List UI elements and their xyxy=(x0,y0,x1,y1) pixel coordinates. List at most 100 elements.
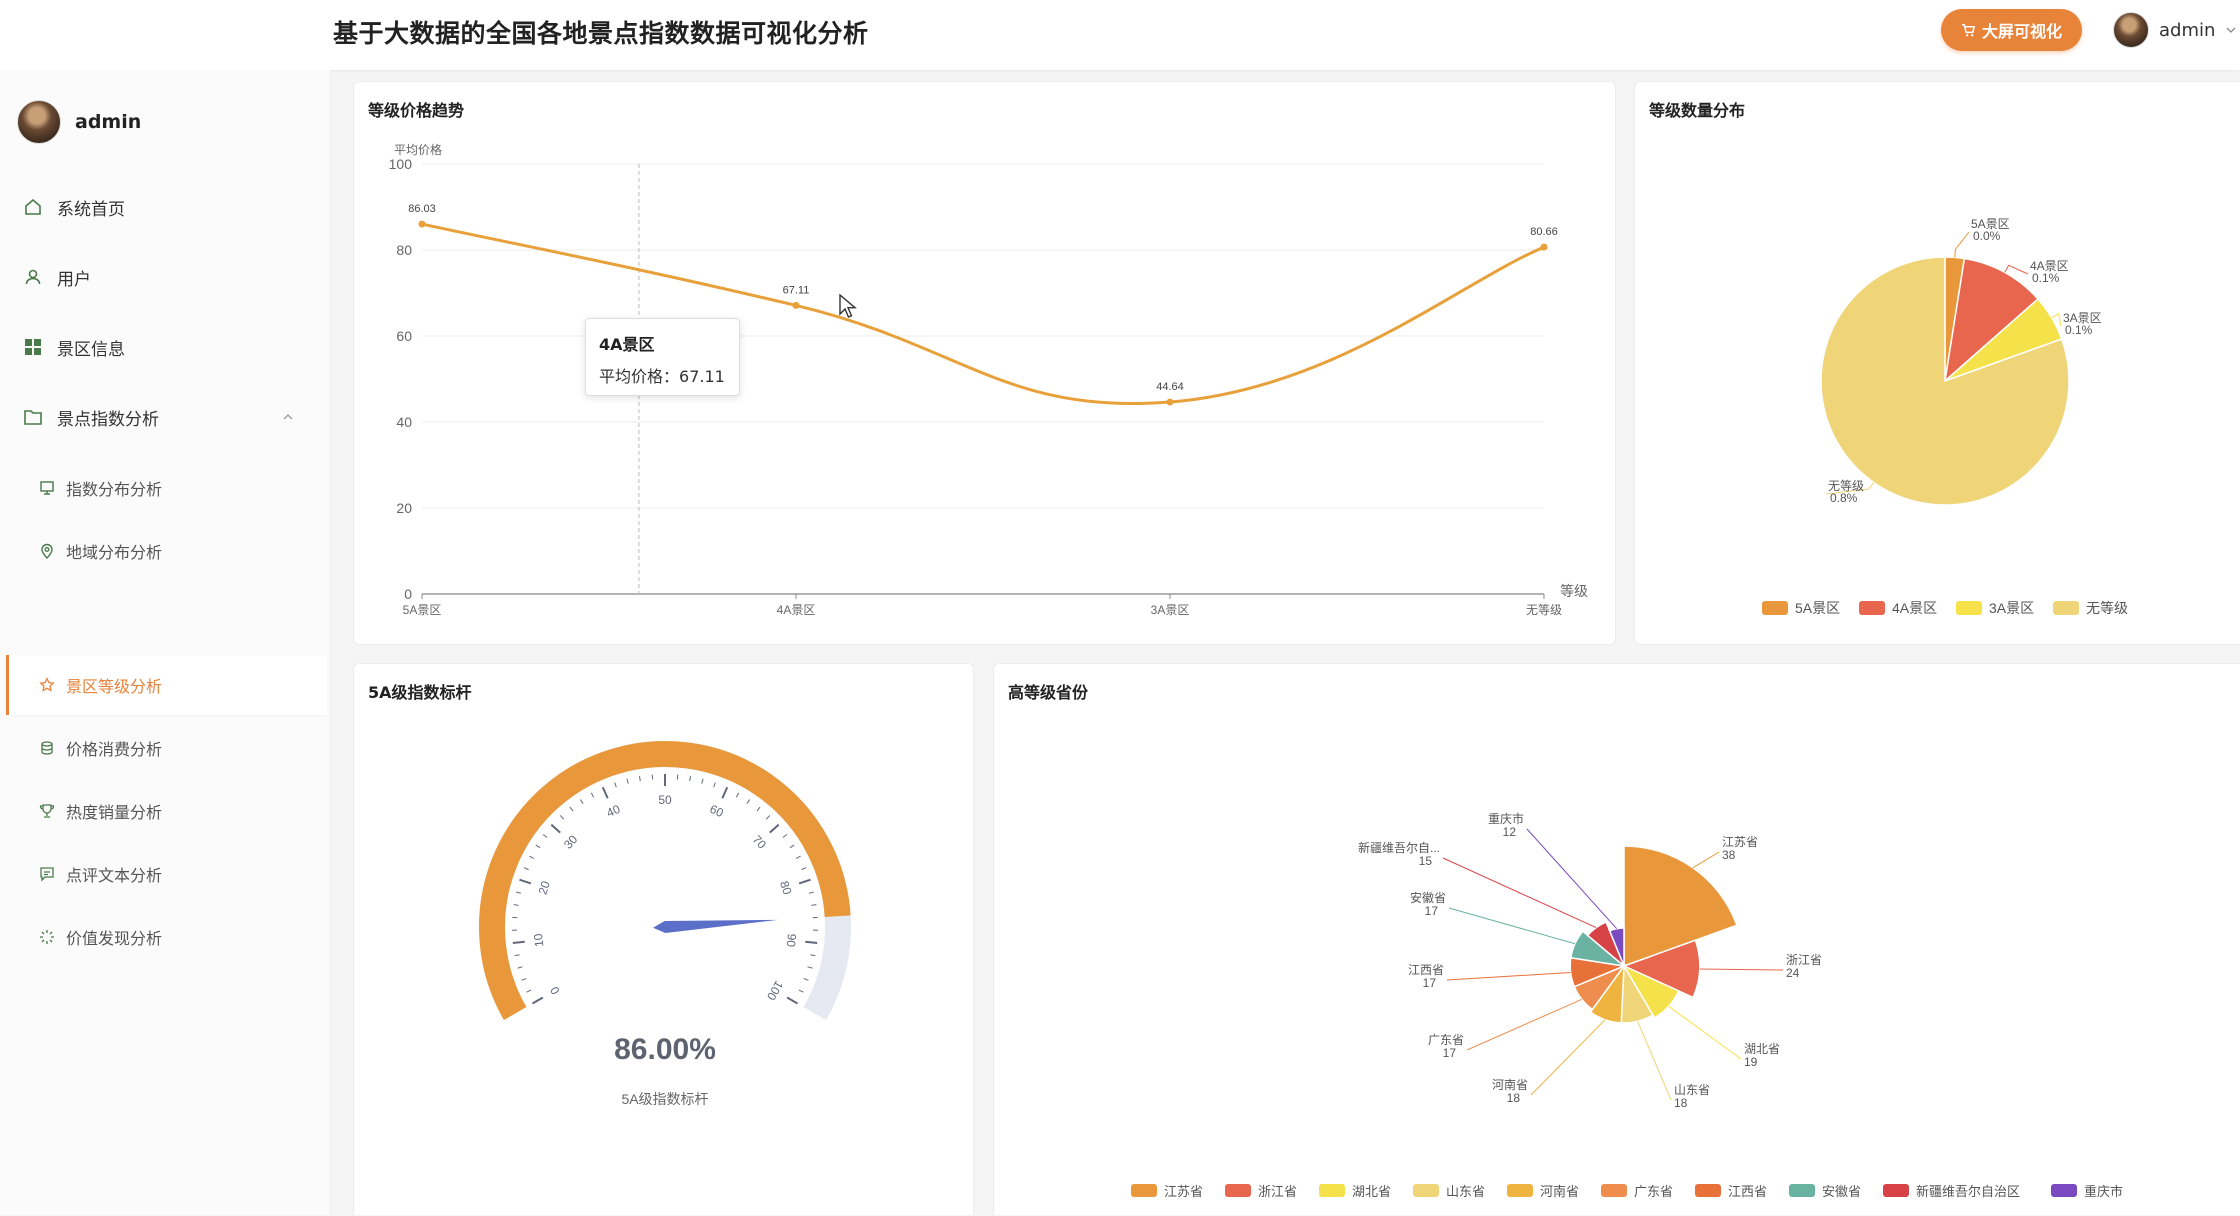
gauge-tick-label: 80 xyxy=(777,879,795,896)
legend-swatch xyxy=(1883,1184,1909,1197)
user-icon xyxy=(22,266,44,288)
x-tick-label: 无等级 xyxy=(1526,603,1562,617)
pie-leader-line xyxy=(2005,265,2028,274)
gauge-major-tick xyxy=(532,998,542,1004)
sidebar-subitem-index-distribution[interactable]: 指数分布分析 xyxy=(6,458,324,518)
data-label: 86.03 xyxy=(408,203,436,215)
legend-label: 安徽省 xyxy=(1822,1184,1861,1199)
gauge-minor-tick xyxy=(736,793,738,797)
sidebar-subitem-sales-analysis[interactable]: 热度销量分析 xyxy=(6,781,324,841)
pie-percent-label: 0.1% xyxy=(2032,271,2060,285)
gauge-minor-tick xyxy=(522,979,527,981)
app-title: 基于大数据的全国各地景点指数数据可视化分析 xyxy=(333,14,869,50)
gauge-minor-tick xyxy=(757,807,760,811)
sidebar-item-scenic-info[interactable]: 景区信息 xyxy=(0,317,324,377)
data-label: 67.11 xyxy=(783,284,810,296)
data-point xyxy=(793,302,800,309)
gauge-minor-tick xyxy=(799,990,804,992)
gauge-minor-tick xyxy=(801,868,806,870)
gauge-minor-tick xyxy=(591,793,593,797)
sidebar-username: admin xyxy=(75,111,141,133)
gauge-tick-label: 50 xyxy=(658,793,672,807)
header-user-menu[interactable]: admin xyxy=(2113,12,2237,48)
rose-label: 江西省 xyxy=(1408,963,1444,977)
x-axis-label: 等级 xyxy=(1560,583,1588,599)
bigscreen-button[interactable]: 大屏可视化 xyxy=(1941,9,2082,51)
grid-icon xyxy=(22,336,44,358)
rose-leader-line xyxy=(1449,908,1575,944)
gauge-card: 010203040506070809010086.00%5A级指数标杆 5A级指… xyxy=(353,663,974,1215)
sidebar-item-index-analysis[interactable]: 景点指数分析 xyxy=(0,387,324,447)
rose-chart: 江苏省38浙江省24湖北省19山东省18河南省18广东省17江西省17安徽省17… xyxy=(994,664,2240,1216)
top-header: 基于大数据的全国各地景点指数数据可视化分析 大屏可视化 admin xyxy=(0,0,2240,70)
gauge-minor-tick xyxy=(536,845,540,848)
gauge-minor-tick xyxy=(810,955,815,956)
legend-label: 无等级 xyxy=(2086,600,2128,616)
y-axis-label: 平均价格 xyxy=(394,142,442,157)
gauge-minor-tick xyxy=(747,800,750,804)
legend-label: 河南省 xyxy=(1540,1184,1579,1199)
gauge-minor-tick xyxy=(796,856,800,858)
gauge-minor-tick xyxy=(808,967,813,968)
gauge-tick-label: 20 xyxy=(535,879,553,896)
x-tick-label: 5A景区 xyxy=(403,603,442,617)
coins-icon xyxy=(38,739,56,757)
sidebar-subitem-label: 地域分布分析 xyxy=(66,539,162,563)
trophy-icon xyxy=(38,802,56,820)
sidebar-subitem-label: 景区等级分析 xyxy=(66,673,162,697)
rose-label: 重庆市 xyxy=(1488,811,1524,826)
x-tick-label: 3A景区 xyxy=(1151,603,1190,617)
mouse-cursor-icon xyxy=(839,294,857,320)
rose-value-label: 19 xyxy=(1744,1055,1758,1069)
rose-label: 河南省 xyxy=(1492,1077,1528,1092)
y-tick-label: 60 xyxy=(396,328,412,344)
sidebar-subitem-value-analysis[interactable]: 价值发现分析 xyxy=(6,907,324,967)
sidebar-item-home[interactable]: 系统首页 xyxy=(0,177,324,237)
sidebar-subitem-review-analysis[interactable]: 点评文本分析 xyxy=(6,844,324,904)
home-icon xyxy=(22,196,44,218)
gauge-minor-tick xyxy=(529,856,533,858)
rose-value-label: 15 xyxy=(1419,854,1433,868)
tooltip-label: 平均价格： xyxy=(599,367,679,386)
sidebar-subitem-price-analysis[interactable]: 价格消费分析 xyxy=(6,718,324,778)
avatar xyxy=(17,100,61,144)
y-tick-label: 0 xyxy=(404,586,412,602)
gauge-tick-label: 30 xyxy=(561,832,581,852)
legend-label: 浙江省 xyxy=(1258,1184,1297,1199)
chevron-down-icon xyxy=(2225,24,2237,36)
rose-value-label: 18 xyxy=(1674,1096,1688,1110)
rose-value-label: 17 xyxy=(1443,1046,1457,1060)
legend-label: 江苏省 xyxy=(1164,1184,1203,1199)
gauge-minor-tick xyxy=(639,776,640,781)
sidebar-item-label: 用户 xyxy=(57,265,91,290)
gauge-minor-tick xyxy=(714,783,716,788)
line-chart: 020406080100平均价格等级5A景区4A景区3A景区无等级86.0367… xyxy=(354,82,1617,646)
data-point xyxy=(419,221,426,228)
gauge-tick-label: 0 xyxy=(547,984,563,997)
rose-chart-card: 江苏省38浙江省24湖北省19山东省18河南省18广东省17江西省17安徽省17… xyxy=(993,663,2240,1215)
gauge-minor-tick xyxy=(580,800,583,804)
rose-label: 山东省 xyxy=(1674,1083,1710,1097)
rose-value-label: 12 xyxy=(1503,825,1517,839)
rose-label: 新疆维吾尔自... xyxy=(1358,840,1440,855)
cart-icon xyxy=(1961,23,1976,38)
legend-swatch xyxy=(1859,601,1885,615)
sidebar-item-user[interactable]: 用户 xyxy=(0,247,324,307)
gauge-minor-tick xyxy=(615,783,617,788)
gauge-value-label: 86.00% xyxy=(614,1033,716,1066)
legend-swatch xyxy=(1131,1184,1157,1197)
legend-label: 重庆市 xyxy=(2084,1184,2123,1199)
pie-percent-label: 0.0% xyxy=(1973,229,2001,243)
gauge-chart: 010203040506070809010086.00%5A级指数标杆 xyxy=(354,664,975,1216)
y-tick-label: 20 xyxy=(396,500,412,516)
gauge-tick-label: 90 xyxy=(784,933,799,948)
rose-value-label: 18 xyxy=(1507,1091,1521,1105)
sidebar-subitem-grade-analysis[interactable]: 景区等级分析 xyxy=(6,655,327,715)
folder-icon xyxy=(22,406,44,428)
gauge-minor-tick xyxy=(804,979,809,981)
sidebar-subitem-region-distribution[interactable]: 地域分布分析 xyxy=(6,521,324,581)
gauge-minor-tick xyxy=(518,967,523,968)
rose-leader-line xyxy=(1669,1006,1741,1059)
data-point xyxy=(1167,399,1174,406)
gauge-major-tick xyxy=(799,880,810,884)
